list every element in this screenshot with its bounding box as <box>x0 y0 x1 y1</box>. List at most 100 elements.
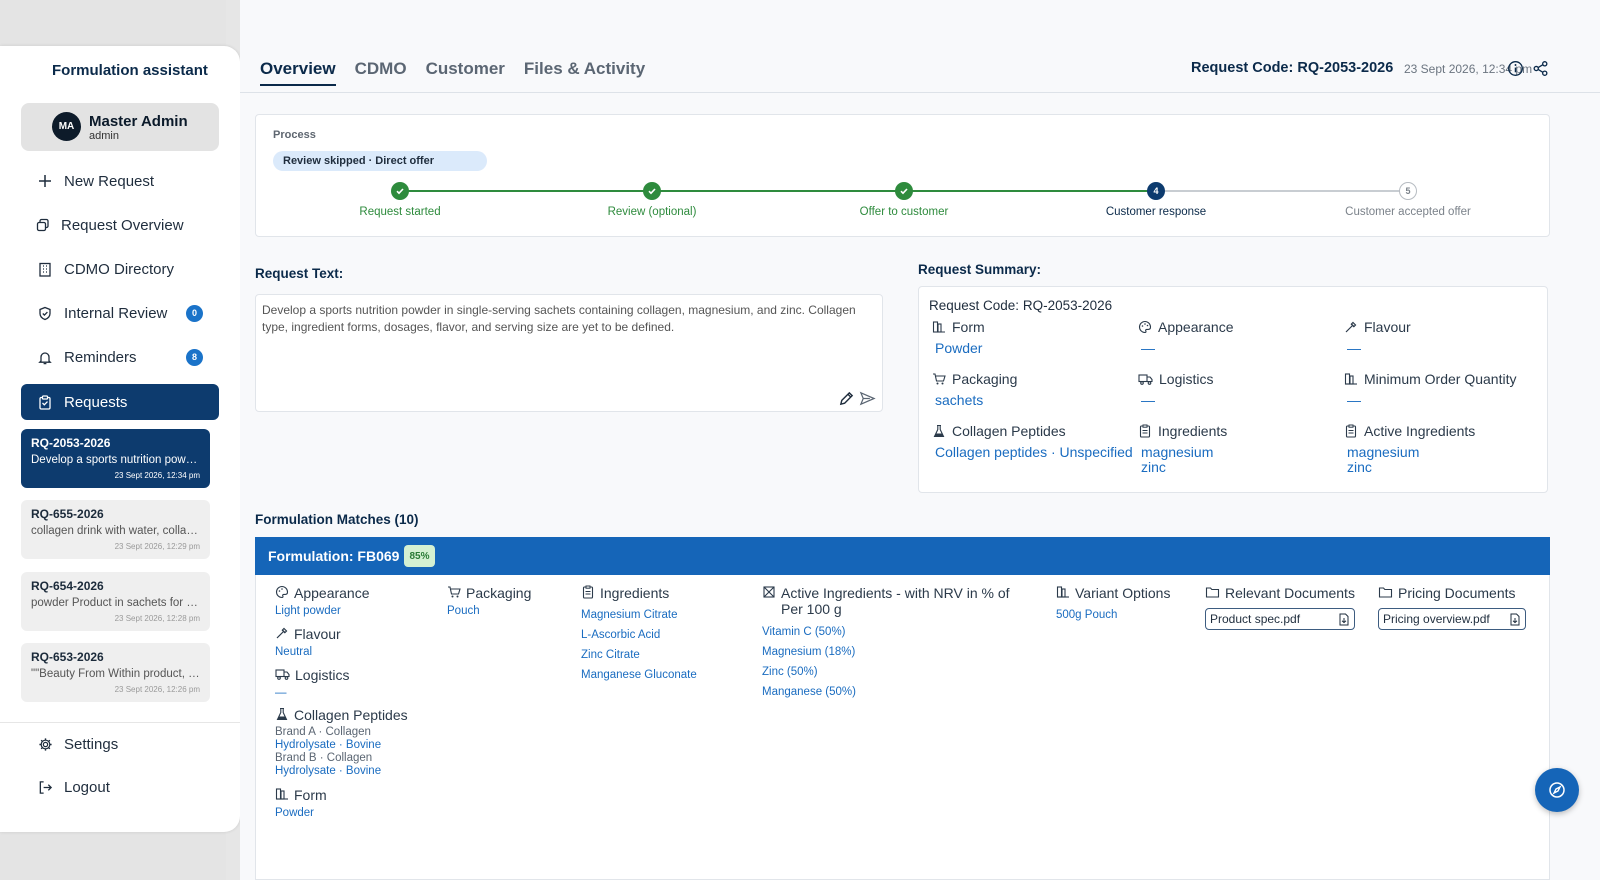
share-icon[interactable] <box>1532 60 1550 78</box>
match-value: Magnesium (18%) <box>762 646 856 658</box>
sidebar-item-label: CDMO Directory <box>64 260 175 278</box>
match-packaging: Packaging Pouch <box>447 585 531 618</box>
reminders-count-badge: 8 <box>186 348 203 366</box>
document-link-product-spec[interactable]: Product spec.pdf <box>1205 608 1355 630</box>
sidebar-item-settings[interactable]: Settings <box>21 726 219 762</box>
brand-title: Formulation assistant <box>52 62 208 79</box>
clipboard-icon <box>581 585 595 599</box>
user-role: admin <box>89 130 119 142</box>
match-active-ingredients: Active Ingredients - with NRV in % of Pe… <box>762 585 1032 702</box>
atom-icon <box>762 585 776 599</box>
sidebar-item-internal-review[interactable]: Internal Review 0 <box>21 295 219 331</box>
step-1-check-icon <box>391 182 409 200</box>
summary-value: zinc <box>1347 459 1372 475</box>
sidebar-item-new-request[interactable]: New Request <box>21 163 219 199</box>
summary-flavour: Flavour — <box>1344 319 1411 356</box>
request-card[interactable]: RQ-653-2026 ""Beauty From Within product… <box>21 643 210 702</box>
main-content: Overview CDMO Customer Files & Activity … <box>240 0 1600 880</box>
match-value: Vitamin C (50%) <box>762 626 846 638</box>
match-label: Relevant Documents <box>1225 585 1355 601</box>
summary-active-ingredients: Active Ingredients magnesium zinc <box>1344 423 1475 475</box>
send-icon[interactable] <box>859 390 876 407</box>
tab-cdmo[interactable]: CDMO <box>355 59 407 86</box>
sidebar-item-label: Settings <box>64 735 119 753</box>
plus-icon <box>36 172 54 190</box>
request-card[interactable]: RQ-654-2026 powder Product in sachets fo… <box>21 572 210 631</box>
file-download-icon[interactable] <box>1509 613 1521 626</box>
match-value-list: Brand A · Collagen Hydrolysate · Bovine … <box>275 726 408 778</box>
summary-collagen: Collagen Peptides Collagen peptides · Un… <box>932 423 1133 460</box>
info-icon[interactable] <box>1507 60 1525 78</box>
match-value: Hydrolysate · Bovine <box>275 765 382 777</box>
tab-customer[interactable]: Customer <box>426 59 505 86</box>
file-download-icon[interactable] <box>1338 613 1350 626</box>
formulation-header-bar[interactable]: Formulation: FB069 85% <box>255 537 1550 575</box>
step-5-dot: 5 <box>1399 182 1417 200</box>
form-icon <box>932 320 946 334</box>
step-label: Customer accepted offer <box>1345 206 1471 218</box>
sidebar-item-cdmo-directory[interactable]: CDMO Directory <box>21 251 219 287</box>
assistant-fab-button[interactable] <box>1535 768 1579 812</box>
cart-icon <box>932 372 946 386</box>
summary-label: Ingredients <box>1158 423 1228 439</box>
progress-line-pending <box>1156 190 1408 192</box>
summary-value: Collagen peptides · Unspecified <box>935 444 1133 460</box>
match-value: Pouch <box>447 605 480 617</box>
sidebar-item-requests[interactable]: Requests <box>21 384 219 420</box>
match-value: 500g Pouch <box>1056 609 1118 621</box>
request-card[interactable]: RQ-655-2026 collagen drink with water, c… <box>21 500 210 559</box>
bell-icon <box>36 348 54 366</box>
match-form: Form Powder <box>275 787 327 820</box>
step-label: Request started <box>359 206 441 218</box>
match-value-list: Vitamin C (50%) Magnesium (18%) Zinc (50… <box>762 622 1032 702</box>
match-value: Light powder <box>275 605 341 617</box>
sidebar-item-reminders[interactable]: Reminders 8 <box>21 339 219 375</box>
match-label: Variant Options <box>1075 585 1171 601</box>
step-4-dot: 4 <box>1147 182 1165 200</box>
request-text-title: Request Text: <box>255 266 344 281</box>
sidebar-item-logout[interactable]: Logout <box>21 769 219 805</box>
request-description: collagen drink with water, collagen <box>31 525 200 537</box>
process-panel: Process Review skipped · Direct offer 4 … <box>255 114 1550 237</box>
step-3-check-icon <box>895 182 913 200</box>
summary-code-label: Request Code: <box>929 298 1020 313</box>
tab-bar: Overview CDMO Customer Files & Activity <box>260 59 645 86</box>
gear-icon <box>36 735 54 753</box>
summary-value-list: magnesium zinc <box>1347 445 1475 475</box>
formulation-title: Formulation: FB069 <box>268 548 400 564</box>
match-value: Zinc (50%) <box>762 666 818 678</box>
match-value: Manganese Gluconate <box>581 669 697 681</box>
sidebar-item-request-overview[interactable]: Request Overview <box>21 207 219 243</box>
palette-icon <box>1138 320 1152 334</box>
summary-label: Form <box>952 319 985 335</box>
form-icon <box>275 787 289 801</box>
tab-files-activity[interactable]: Files & Activity <box>524 59 645 86</box>
summary-label: Active Ingredients <box>1364 423 1476 439</box>
request-description: Develop a sports nutrition powder in sin… <box>31 454 200 466</box>
request-text-actions <box>838 390 876 407</box>
summary-code-value: RQ-2053-2026 <box>1022 298 1113 313</box>
sidebar-item-label: New Request <box>64 172 155 190</box>
match-pricing-documents: Pricing Documents Pricing overview.pdf <box>1378 585 1526 630</box>
match-label: Packaging <box>466 585 532 601</box>
flask-icon <box>275 707 289 721</box>
request-card[interactable]: RQ-2053-2026 Develop a sports nutrition … <box>21 429 210 488</box>
user-card[interactable]: MA Master Admin admin <box>21 103 219 151</box>
summary-label: Flavour <box>1364 319 1411 335</box>
match-value: L-Ascorbic Acid <box>581 629 661 641</box>
summary-ingredients: Ingredients magnesium zinc <box>1138 423 1227 475</box>
logout-icon <box>36 778 54 796</box>
request-text-box[interactable]: Develop a sports nutrition powder in sin… <box>255 294 883 412</box>
pencil-icon[interactable] <box>838 390 855 407</box>
match-label: Active Ingredients - with NRV in % of Pe… <box>781 585 1010 617</box>
document-link-pricing-overview[interactable]: Pricing overview.pdf <box>1378 608 1526 630</box>
process-label: Process <box>273 129 316 141</box>
sidebar-item-label: Reminders <box>64 348 137 366</box>
match-relevant-documents: Relevant Documents Product spec.pdf <box>1205 585 1355 630</box>
match-score-badge: 85% <box>404 545 435 567</box>
request-code: RQ-653-2026 <box>31 650 104 664</box>
clipboard-icon <box>36 393 54 411</box>
tab-overview[interactable]: Overview <box>260 59 336 86</box>
match-appearance: Appearance Light powder <box>275 585 370 618</box>
dropper-icon <box>275 626 289 640</box>
